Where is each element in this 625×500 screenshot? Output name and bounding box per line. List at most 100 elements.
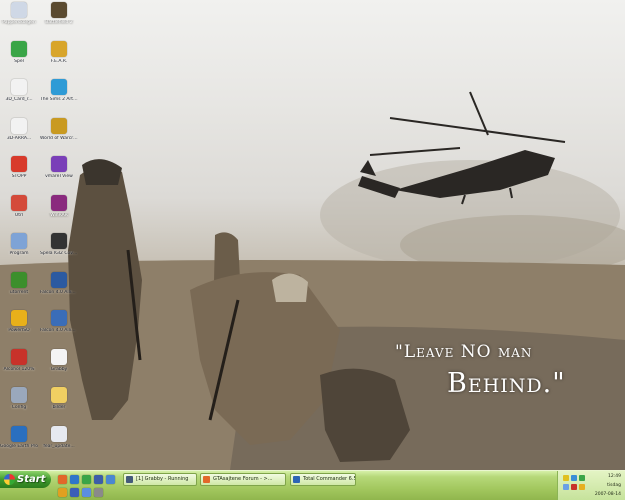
desktop-icon-label: STOPP [11,174,27,179]
desktop-icon[interactable]: F.E.A.R. [40,40,78,65]
warcraft-icon [51,117,67,134]
config-icon [11,387,27,403]
desktop-icon-label: Alcohol 120% [3,366,35,372]
desktop-icon-label: PowerISO [8,328,30,333]
document-icon [11,117,27,134]
media-icon[interactable] [58,488,67,497]
firefox-task-icon [203,476,210,483]
settings-icon[interactable] [94,488,103,497]
network-tray-icon[interactable] [571,475,577,481]
taskbar-button[interactable]: GTAsajtene Forum - >... [200,473,286,486]
desktop-icon[interactable]: Google Earth Pro [0,425,38,450]
falcon-icon [51,310,67,326]
system-tray: 12:49 tisdag 2007-08-14 [557,471,625,500]
taskbar-button[interactable]: Total Commander 6.5... [290,473,356,486]
desktop-icon-label: World of Warcraft [40,135,78,141]
ie-icon[interactable] [70,475,79,484]
wallpaper-quote-line2: Behind." [447,368,566,399]
desktop-icon-label: fear_update... [43,443,75,449]
start-label: Start [17,474,46,485]
desktop-icon[interactable]: bilder [40,387,78,411]
app-icon [51,156,67,172]
desktop-icon[interactable]: vmareTView [40,156,78,180]
desktop-icon[interactable]: WinRAR [40,194,78,219]
antivirus-icon[interactable] [571,484,577,490]
desktop-icon[interactable]: 3D_Card_r... [0,79,38,103]
taskbar: Start [1] Grabby - Running GTAsajtene For… [0,470,625,500]
desktop-icon[interactable]: Papperskorgen [0,2,38,26]
desktop-icon[interactable]: Program [0,233,38,257]
messenger-icon[interactable] [82,475,91,484]
fear-icon [51,40,67,57]
desktop-icon-label: Google Earth Pro [0,443,38,449]
desktop-icon[interactable]: Grabby [40,348,78,373]
poweriso-icon [11,310,27,326]
save-icon[interactable] [70,488,79,497]
desktop-icon-label: Grabby [50,366,68,372]
desktop-icon-label: Battlefield 2 [45,20,73,25]
desktop-icon-label: vmareTView [45,174,73,179]
desktop-icon[interactable]: 3D-ARRA... [0,117,38,142]
window-icon[interactable] [106,475,115,484]
desktop-icon[interactable]: World of Warcraft [40,117,78,142]
desktop-icon-label: 3D_Card_r... [5,97,33,102]
desktop-icon[interactable]: Utrl [0,194,38,219]
document-icon [11,79,27,95]
desktop-icon[interactable]: STOPP [0,156,38,180]
desktop-icon[interactable]: Falcon 4.0 Allied Fo... [40,310,78,334]
update-icon[interactable] [579,484,585,490]
desktop-icon-label: The Sims 2 Artenliv [40,97,78,102]
desktop-icon-label: bilder [52,405,66,410]
word-icon[interactable] [94,475,103,484]
power-icon [11,156,27,172]
desktop-icon[interactable]: Falcon 4.0 Allied Force [40,271,78,296]
computer-icon [11,233,27,249]
clock-date: 2007-08-14 [594,492,621,497]
clock-time[interactable]: 12:49 [608,474,621,479]
desktop-icon[interactable]: The Sims 2 Artenliv [40,79,78,103]
desktop-icon[interactable]: fear_update... [40,425,78,450]
alcohol-icon [11,348,27,365]
desktop-icon-label: Program [9,251,29,256]
desktop-icon-label: Papperskorgen [2,20,36,25]
desktop-icon[interactable]: Config [0,387,38,411]
start-button[interactable]: Start [0,471,51,488]
desktop-icon[interactable]: Spela IGI2 Covert Strike [40,233,78,257]
desktop-icon[interactable]: Spel [0,40,38,65]
desktop-icon[interactable]: PowerISO [0,310,38,334]
desktop-icon-label: F.E.A.R. [50,58,68,64]
taskbar-button[interactable]: [1] Grabby - Running [123,473,197,486]
battlefield-icon [51,2,67,18]
folder-icon [51,387,67,403]
desktop-icon-label: Spel [14,58,24,64]
security-icon[interactable] [579,475,585,481]
desktop-icon-label: Config [11,405,27,410]
winrar-icon [51,194,67,211]
grabby-icon [51,348,67,365]
utorrent-icon [11,271,27,288]
windows-logo-icon [4,474,15,485]
igi-icon [51,233,67,249]
desktop-icon-label: Falcon 4.0 Allied Fo... [40,328,78,333]
globe-icon [11,40,27,57]
desktop-icon[interactable]: Battlefield 2 [40,2,78,26]
shortcut-icon [11,194,27,211]
firefox-icon[interactable] [58,475,67,484]
desktop-icon-label: Falcon 4.0 Allied Force [40,289,78,295]
grabby-task-icon [126,476,133,483]
msn-tray-icon[interactable] [563,484,569,490]
volume-icon[interactable] [563,475,569,481]
network-icon[interactable] [82,488,91,497]
desktop-icon[interactable]: Alcohol 120% [0,348,38,373]
desktop-icon-label: 3D-ARRA... [6,135,32,141]
desktop-icon-label: utorrent [9,289,29,295]
desktop-icon-label: Spela IGI2 Covert Strike [40,251,78,256]
setup-icon [51,425,67,442]
sims-icon [51,79,67,95]
taskbar-button-label: [1] Grabby - Running [136,476,189,482]
taskbar-button-label: Total Commander 6.5... [303,476,356,482]
desktop-icon-label: WinRAR [50,212,68,218]
desktop-icon[interactable]: utorrent [0,271,38,296]
falcon-icon [51,271,67,288]
taskbar-button-label: GTAsajtene Forum - >... [213,476,273,482]
